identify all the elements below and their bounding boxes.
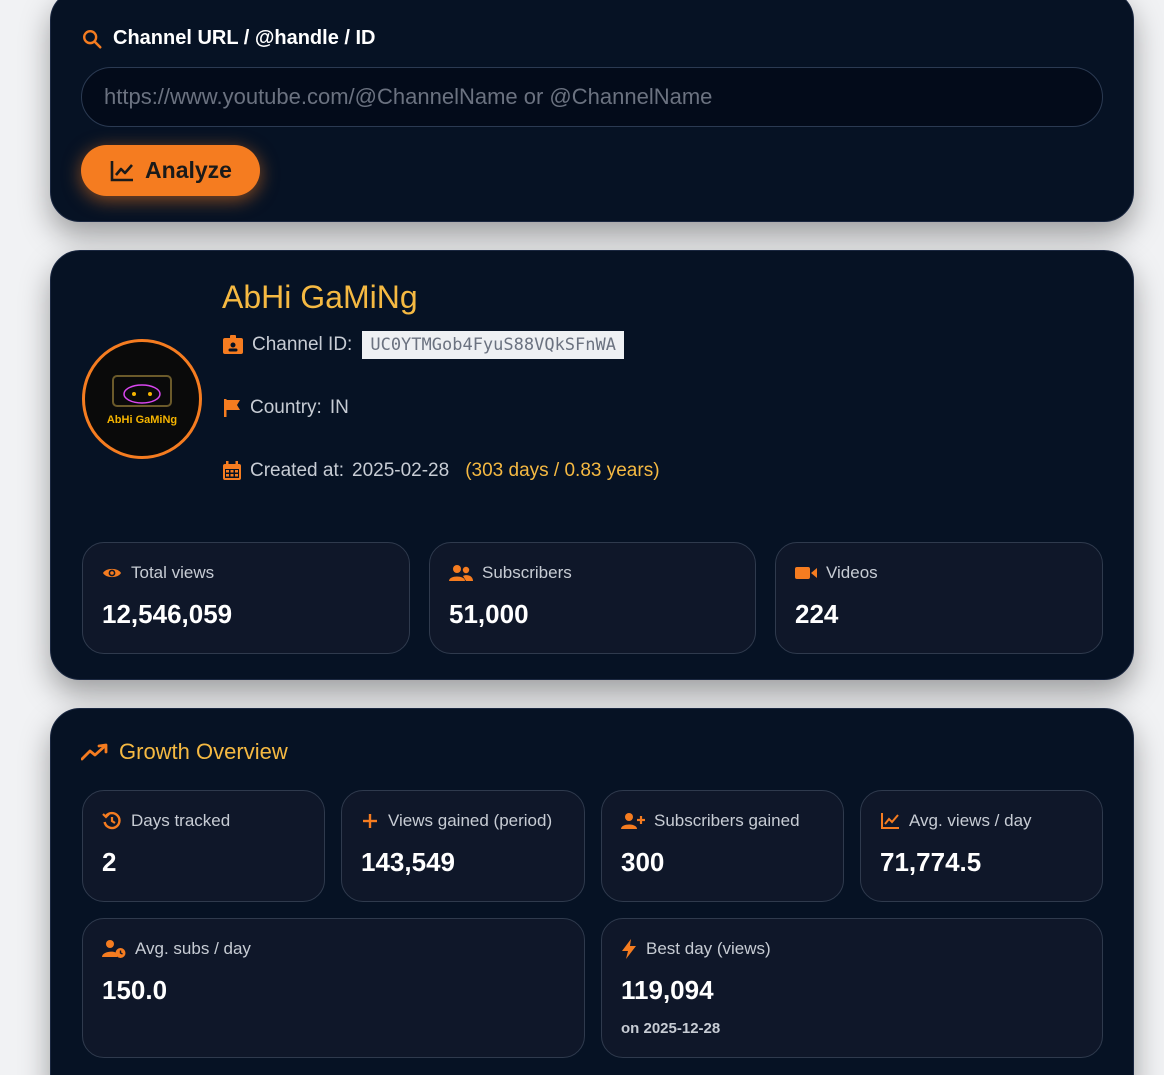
channel-card: AbHi GaMiNg AbHi GaMiNg Channel ID: UC0Y… bbox=[50, 250, 1134, 680]
stat-label: Days tracked bbox=[131, 811, 231, 830]
best-day-stat: Best day (views) 119,094 on 2025-12-28 bbox=[601, 918, 1103, 1058]
subscribers-stat: Subscribers 51,000 bbox=[429, 542, 756, 654]
avg-subs-stat: Avg. subs / day 150.0 bbox=[82, 918, 585, 1058]
country-row: Country: IN bbox=[222, 397, 349, 419]
channel-url-input[interactable] bbox=[81, 67, 1103, 127]
stat-label: Subscribers gained bbox=[654, 811, 800, 830]
line-chart-icon bbox=[880, 812, 900, 830]
calendar-icon bbox=[222, 461, 242, 481]
stat-value: 143,549 bbox=[361, 847, 455, 877]
analyze-button[interactable]: Analyze bbox=[81, 145, 260, 196]
created-value: 2025-02-28 bbox=[352, 460, 450, 481]
history-icon bbox=[102, 811, 122, 831]
stat-label: Subscribers bbox=[482, 563, 572, 582]
stat-value: 224 bbox=[795, 599, 839, 629]
channel-id-value[interactable]: UC0YTMGob4FyuS88VQkSFnWA bbox=[362, 331, 624, 359]
subscribers-gained-stat: Subscribers gained 300 bbox=[601, 790, 844, 902]
analyze-button-label: Analyze bbox=[145, 157, 232, 183]
search-card: Channel URL / @handle / ID Analyze bbox=[50, 0, 1134, 222]
growth-title: Growth Overview bbox=[81, 739, 288, 765]
best-day-date: on 2025-12-28 bbox=[621, 1020, 721, 1037]
id-badge-icon bbox=[222, 335, 244, 355]
bolt-icon bbox=[621, 939, 637, 959]
channel-id-row: Channel ID: UC0YTMGob4FyuS88VQkSFnWA bbox=[222, 331, 624, 359]
stat-value: 51,000 bbox=[449, 599, 529, 629]
days-tracked-stat: Days tracked 2 bbox=[82, 790, 325, 902]
stat-label: Views gained (period) bbox=[388, 811, 553, 830]
flag-icon bbox=[222, 398, 242, 418]
stat-value: 300 bbox=[621, 847, 665, 877]
growth-card: Growth Overview Days tracked 2 Views gai… bbox=[50, 708, 1134, 1075]
stat-label: Avg. subs / day bbox=[135, 939, 251, 958]
avatar-text: AbHi GaMiNg bbox=[106, 414, 178, 426]
search-icon bbox=[81, 28, 103, 50]
views-gained-stat: Views gained (period) 143,549 bbox=[341, 790, 585, 902]
growth-title-text: Growth Overview bbox=[119, 739, 288, 764]
trending-up-icon bbox=[81, 743, 109, 761]
channel-age: (303 days / 0.83 years) bbox=[465, 460, 660, 481]
video-icon bbox=[795, 565, 817, 581]
stat-value: 2 bbox=[102, 847, 117, 877]
search-label: Channel URL / @handle / ID bbox=[81, 27, 376, 50]
eye-icon bbox=[102, 566, 122, 580]
stat-value: 71,774.5 bbox=[880, 847, 982, 877]
created-label: Created at: bbox=[250, 460, 344, 481]
gamepad-logo-icon bbox=[112, 375, 172, 407]
users-icon bbox=[449, 564, 473, 582]
channel-avatar: AbHi GaMiNg bbox=[82, 339, 202, 459]
stat-value: 12,546,059 bbox=[102, 599, 233, 629]
videos-stat: Videos 224 bbox=[775, 542, 1103, 654]
stat-label: Avg. views / day bbox=[909, 811, 1032, 830]
total-views-stat: Total views 12,546,059 bbox=[82, 542, 410, 654]
country-label: Country: bbox=[250, 397, 322, 418]
search-label-text: Channel URL / @handle / ID bbox=[113, 27, 376, 49]
stat-label: Videos bbox=[826, 563, 878, 582]
stat-label: Best day (views) bbox=[646, 939, 771, 958]
channel-id-label: Channel ID: bbox=[252, 334, 353, 355]
stat-label: Total views bbox=[131, 563, 215, 582]
channel-name: AbHi GaMiNg bbox=[222, 279, 418, 315]
user-plus-icon bbox=[621, 812, 645, 830]
stat-value: 150.0 bbox=[102, 975, 168, 1005]
avg-views-stat: Avg. views / day 71,774.5 bbox=[860, 790, 1103, 902]
plus-icon bbox=[361, 812, 379, 830]
user-clock-icon bbox=[102, 939, 126, 959]
stat-value: 119,094 bbox=[621, 975, 714, 1005]
created-row: Created at: 2025-02-28 (303 days / 0.83 … bbox=[222, 460, 660, 482]
country-value: IN bbox=[329, 397, 349, 418]
line-chart-icon bbox=[109, 159, 135, 183]
